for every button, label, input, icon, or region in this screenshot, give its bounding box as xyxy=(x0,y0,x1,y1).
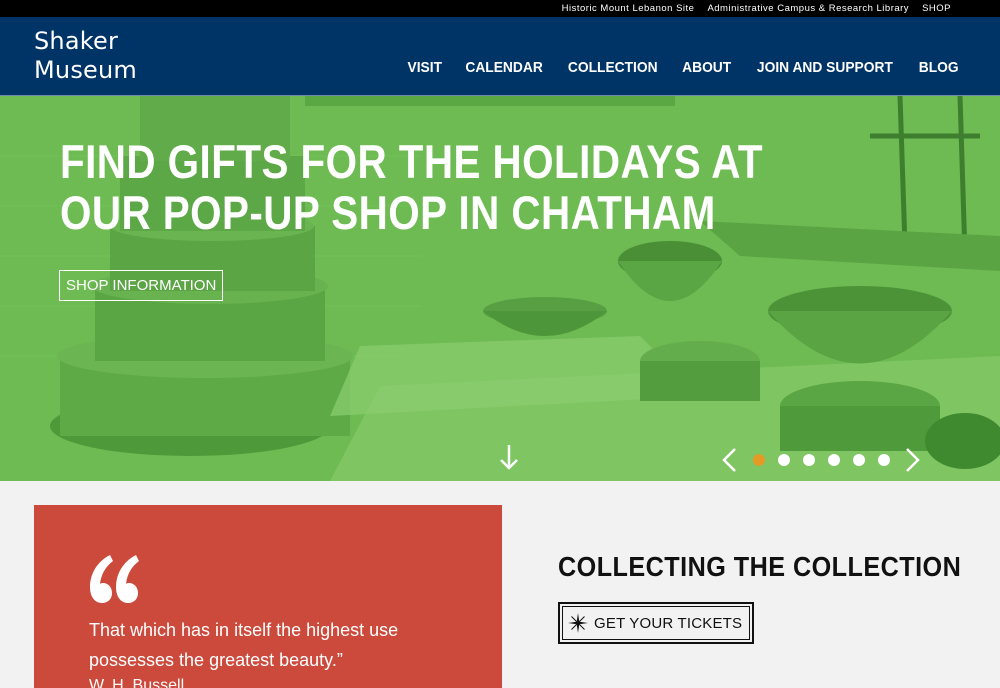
hero-carousel-controls xyxy=(718,446,924,474)
shop-information-button[interactable]: SHOP INFORMATION xyxy=(59,270,224,301)
carousel-prev-arrow-icon[interactable] xyxy=(718,446,740,474)
hero-banner: FIND GIFTS FOR THE HOLIDAYS AT OUR POP-U… xyxy=(0,96,1000,481)
carousel-next-arrow-icon[interactable] xyxy=(902,446,924,474)
nav-calendar[interactable]: CALENDAR xyxy=(465,59,542,76)
carousel-dots xyxy=(753,454,890,466)
utility-nav: Historic Mount Lebanon Site Administrati… xyxy=(0,0,1000,17)
feature-title: COLLECTING THE COLLECTION xyxy=(558,551,962,582)
utility-link-shop[interactable]: SHOP xyxy=(922,3,951,14)
sparkle-icon xyxy=(568,613,588,633)
main-nav: VISIT CALENDAR COLLECTION ABOUT JOIN AND… xyxy=(406,59,960,76)
site-logo[interactable]: Shaker Museum xyxy=(34,27,137,85)
carousel-dot[interactable] xyxy=(828,454,840,466)
nav-collection[interactable]: COLLECTION xyxy=(568,59,658,76)
utility-link-mount-lebanon[interactable]: Historic Mount Lebanon Site xyxy=(562,3,695,14)
utility-link-admin-campus[interactable]: Administrative Campus & Research Library xyxy=(707,3,909,14)
scroll-down-arrow-icon[interactable] xyxy=(497,442,521,472)
quote-text: That which has in itself the highest use… xyxy=(89,620,399,670)
logo-line-1: Shaker xyxy=(34,27,119,55)
quotation-mark-icon xyxy=(90,555,139,603)
carousel-dot[interactable] xyxy=(778,454,790,466)
carousel-dot[interactable] xyxy=(853,454,865,466)
nav-about[interactable]: ABOUT xyxy=(682,59,731,76)
hero-title: FIND GIFTS FOR THE HOLIDAYS AT OUR POP-U… xyxy=(60,135,764,239)
carousel-dot[interactable] xyxy=(878,454,890,466)
nav-blog[interactable]: BLOG xyxy=(918,59,958,76)
nav-join-and-support[interactable]: JOIN AND SUPPORT xyxy=(757,59,893,76)
carousel-dot[interactable] xyxy=(803,454,815,466)
quote-author: W. H. Bussell xyxy=(89,677,185,688)
get-tickets-label: GET YOUR TICKETS xyxy=(594,614,743,632)
get-tickets-button[interactable]: GET YOUR TICKETS xyxy=(558,602,754,644)
carousel-dot[interactable] xyxy=(753,454,765,466)
quote-panel: That which has in itself the highest use… xyxy=(34,505,502,688)
logo-line-2: Museum xyxy=(34,56,137,84)
nav-visit[interactable]: VISIT xyxy=(408,59,443,76)
site-header: Shaker Museum VISIT CALENDAR COLLECTION … xyxy=(0,17,1000,96)
